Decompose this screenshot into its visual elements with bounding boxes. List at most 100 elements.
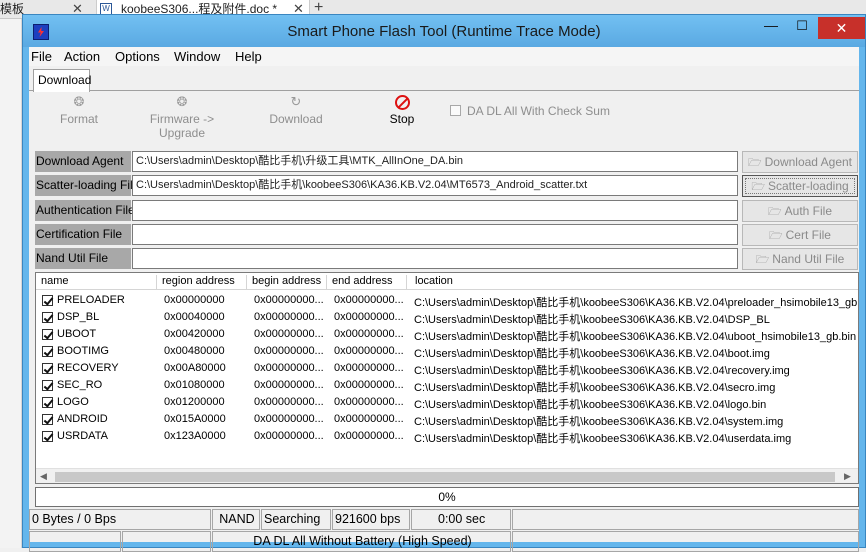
cert-file-label: Certification File — [35, 224, 131, 245]
menu-action[interactable]: Action — [64, 49, 100, 64]
partition-name: UBOOT — [57, 328, 97, 340]
stop-button[interactable]: Stop — [357, 95, 447, 126]
scatter-file-field[interactable]: C:\Users\admin\Desktop\酷比手机\koobeeS306\K… — [132, 175, 738, 196]
row-checkbox[interactable] — [42, 295, 53, 306]
end-address: 0x00000000... — [334, 413, 404, 425]
begin-address: 0x00000000... — [254, 379, 324, 391]
folder-icon: 🗁 — [751, 181, 765, 193]
table-row[interactable]: PRELOADER 0x00000000 0x00000000... 0x000000… — [36, 292, 858, 309]
region-address: 0x00040000 — [164, 311, 225, 323]
nand-util-file-field[interactable] — [132, 248, 738, 269]
menu-help[interactable]: Help — [235, 49, 262, 64]
format-button[interactable]: ❂ Format — [34, 95, 124, 127]
begin-address: 0x00000000... — [254, 362, 324, 374]
status-empty-2 — [122, 531, 211, 552]
folder-icon: 🗁 — [747, 157, 762, 169]
download-agent-label: Download Agent — [35, 151, 131, 172]
row-checkbox[interactable] — [42, 414, 53, 425]
scrollbar-thumb[interactable] — [55, 472, 835, 482]
begin-address: 0x00000000... — [254, 345, 324, 357]
row-checkbox[interactable] — [42, 397, 53, 408]
nand-util-file-label: Nand Util File — [35, 248, 131, 269]
flash-tool-window: Smart Phone Flash Tool (Runtime Trace Mo… — [22, 14, 866, 552]
da-dl-checksum-checkbox[interactable] — [450, 105, 461, 116]
client-area: File Action Options Window Help Download… — [29, 47, 859, 552]
partition-name: BOOTIMG — [57, 345, 109, 357]
column-header-begin[interactable]: begin address — [247, 275, 327, 289]
table-row[interactable]: SEC_RO 0x01080000 0x00000000... 0x00000000.… — [36, 377, 858, 394]
column-header-region[interactable]: region address — [157, 275, 247, 289]
column-header-end[interactable]: end address — [327, 275, 407, 289]
nand-util-file-button[interactable]: 🗁 Nand Util File — [742, 248, 858, 270]
table-row[interactable]: ANDROID 0x015A0000 0x00000000... 0x00000000… — [36, 411, 858, 428]
partition-name: LOGO — [57, 396, 89, 408]
download-button[interactable]: ↻ Download — [251, 94, 341, 127]
stop-icon — [394, 95, 410, 110]
tab-bar: Download — [29, 67, 859, 92]
column-header-name[interactable]: name — [36, 275, 157, 289]
menu-window[interactable]: Window — [174, 49, 220, 64]
horizontal-scrollbar[interactable]: ◀ ▶ — [36, 468, 858, 483]
table-row[interactable]: UBOOT 0x00420000 0x00000000... 0x00000000..… — [36, 326, 858, 343]
progress-bar: 0% — [35, 487, 859, 507]
table-row[interactable]: USRDATA 0x123A0000 0x00000000... 0x00000000… — [36, 428, 858, 445]
end-address: 0x00000000... — [334, 311, 404, 323]
end-address: 0x00000000... — [334, 396, 404, 408]
status-transfer: 0 Bytes / 0 Bps — [29, 509, 211, 530]
scroll-left-icon[interactable]: ◀ — [40, 471, 47, 482]
scatter-loading-button[interactable]: 🗁 Scatter-loading — [742, 175, 858, 197]
table-row[interactable]: LOGO 0x01200000 0x00000000... 0x00000000...… — [36, 394, 858, 411]
minimize-button[interactable]: — — [756, 17, 786, 37]
download-agent-field[interactable]: C:\Users\admin\Desktop\酷比手机\升级工具\MTK_All… — [132, 151, 738, 172]
region-address: 0x00480000 — [164, 345, 225, 357]
da-dl-checksum-label: DA DL All With Check Sum — [467, 104, 610, 118]
maximize-button[interactable]: ☐ — [788, 17, 816, 37]
begin-address: 0x00000000... — [254, 328, 324, 340]
file-location: C:\Users\admin\Desktop\酷比手机\koobeeS306\K… — [414, 399, 767, 411]
download-agent-button[interactable]: 🗁 Download Agent — [742, 151, 858, 173]
row-checkbox[interactable] — [42, 380, 53, 391]
file-location: C:\Users\admin\Desktop\酷比手机\koobeeS306\K… — [414, 348, 770, 360]
title-bar[interactable]: Smart Phone Flash Tool (Runtime Trace Mo… — [23, 15, 865, 47]
table-row[interactable]: RECOVERY 0x00A80000 0x00000000... 0x0000000… — [36, 360, 858, 377]
column-header-location[interactable]: location — [410, 275, 453, 289]
folder-icon: 🗁 — [768, 206, 782, 218]
cert-file-field[interactable] — [132, 224, 738, 245]
auth-file-field[interactable] — [132, 200, 738, 221]
auth-file-button[interactable]: 🗁 Auth File — [742, 200, 858, 222]
region-address: 0x01200000 — [164, 396, 225, 408]
firmware-upgrade-button[interactable]: ❂ Firmware -> Upgrade — [132, 94, 232, 141]
begin-address: 0x00000000... — [254, 430, 324, 442]
scroll-right-icon[interactable]: ▶ — [844, 471, 851, 482]
folder-icon: 🗁 — [769, 230, 783, 242]
begin-address: 0x00000000... — [254, 294, 324, 306]
menu-options[interactable]: Options — [115, 49, 160, 64]
partition-name: RECOVERY — [57, 362, 119, 374]
region-address: 0x123A0000 — [164, 430, 226, 442]
auth-file-label: Authentication File — [35, 200, 135, 221]
close-button[interactable]: ✕ — [818, 17, 865, 39]
table-row[interactable]: DSP_BL 0x00040000 0x00000000... 0x00000000.… — [36, 309, 858, 326]
status-mode: DA DL All Without Battery (High Speed) — [212, 531, 511, 552]
status-state: Searching — [261, 509, 331, 530]
file-location: C:\Users\admin\Desktop\酷比手机\koobeeS306\K… — [414, 416, 784, 428]
row-checkbox[interactable] — [42, 431, 53, 442]
cert-file-button[interactable]: 🗁 Cert File — [742, 224, 858, 246]
end-address: 0x00000000... — [334, 345, 404, 357]
row-checkbox[interactable] — [42, 329, 53, 340]
menu-file[interactable]: File — [31, 49, 52, 64]
row-checkbox[interactable] — [42, 346, 53, 357]
end-address: 0x00000000... — [334, 328, 404, 340]
table-row[interactable]: BOOTIMG 0x00480000 0x00000000... 0x00000000… — [36, 343, 858, 360]
tab-download[interactable]: Download — [33, 69, 91, 92]
file-location: C:\Users\admin\Desktop\酷比手机\koobeeS306\K… — [414, 433, 792, 445]
window-title: Smart Phone Flash Tool (Runtime Trace Mo… — [287, 23, 601, 40]
firmware-upgrade-icon: ❂ — [176, 94, 188, 109]
region-address: 0x00A80000 — [164, 362, 226, 374]
download-icon: ↻ — [290, 94, 302, 109]
end-address: 0x00000000... — [334, 379, 404, 391]
file-location: C:\Users\admin\Desktop\酷比手机\koobeeS306\K… — [414, 331, 857, 343]
row-checkbox[interactable] — [42, 363, 53, 374]
row-checkbox[interactable] — [42, 312, 53, 323]
partition-table: name region address begin address end ad… — [35, 272, 859, 484]
